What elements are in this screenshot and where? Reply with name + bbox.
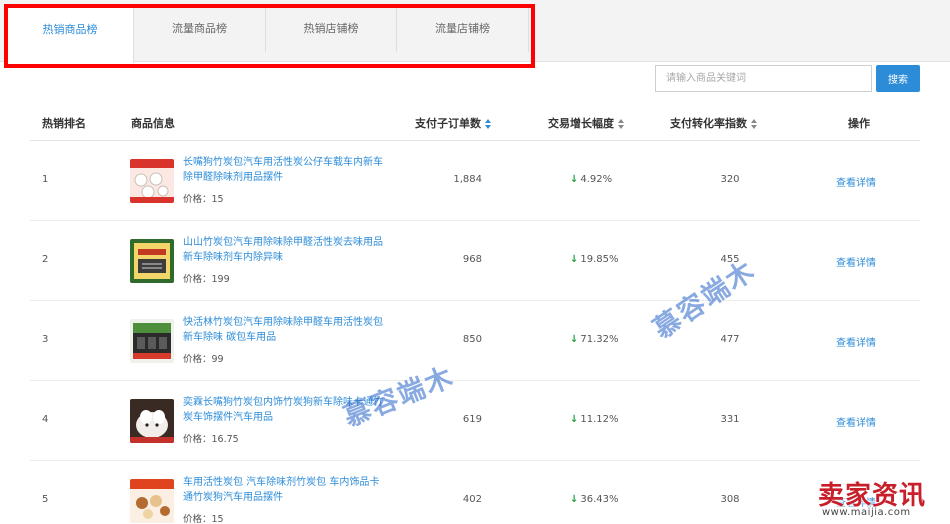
header-conversion[interactable]: 支付转化率指数 [670,115,757,131]
sort-icon[interactable] [485,119,491,129]
header-orders[interactable]: 支付子订单数 [415,115,491,131]
product-thumbnail[interactable] [130,319,174,363]
conversion-index: 455 [720,254,740,265]
arrow-down-icon: ↓ [570,494,579,505]
product-price: 价格：15 [183,194,224,205]
growth-value: ↓ 36.43% [570,494,619,505]
table-row: 3 快活林竹炭包汽车用除味除甲醛车用活性炭包新车除味 碳包车用品 价格：99 8… [30,301,920,381]
table-row: 2 山山竹炭包汽车用除味除甲醛活性炭去味用品新车除味剂车内除异味 价格：199 … [30,221,920,301]
rank-number: 2 [42,254,49,265]
tab-bar: 热销商品榜 流量商品榜 热销店铺榜 流量店铺榜 [0,0,950,63]
growth-value: ↓ 11.12% [570,414,619,425]
rank-number: 3 [42,334,49,345]
orders-count: 1,884 [453,174,482,185]
tab-traffic-shops[interactable]: 流量店铺榜 [397,6,529,52]
sort-icon[interactable] [751,119,757,129]
product-title-link[interactable]: 山山竹炭包汽车用除味除甲醛活性炭去味用品新车除味剂车内除异味 [183,235,388,265]
rank-number: 1 [42,174,49,185]
conversion-index: 477 [720,334,740,345]
tab-traffic-products[interactable]: 流量商品榜 [134,6,266,52]
header-rank: 热销排名 [42,117,86,130]
product-thumbnail[interactable] [130,239,174,283]
tab-hot-shops[interactable]: 热销店铺榜 [266,6,397,52]
orders-count: 968 [462,254,482,265]
product-thumbnail[interactable] [130,159,174,203]
growth-percent: 11.12% [580,414,619,425]
view-details-link[interactable]: 查看详情 [836,414,876,429]
sort-icon[interactable] [618,119,624,129]
growth-value: ↓ 4.92% [570,174,612,185]
growth-percent: 19.85% [580,254,619,265]
product-price: 价格：16.75 [183,434,239,445]
growth-percent: 36.43% [580,494,619,505]
conversion-index: 320 [720,174,740,185]
header-growth-label: 交易增长幅度 [548,117,614,130]
header-orders-label: 支付子订单数 [415,117,481,130]
header-action: 操作 [848,117,870,130]
table-row: 1 长嘴狗竹炭包汽车用活性炭公仔车载车内新车除甲醛除味剂用品摆件 价格：15 1… [30,141,920,221]
growth-percent: 71.32% [580,334,619,345]
product-price: 价格：15 [183,514,224,524]
product-title-link[interactable]: 快活林竹炭包汽车用除味除甲醛车用活性炭包新车除味 碳包车用品 [183,315,388,345]
view-details-link[interactable]: 查看详情 [836,334,876,349]
orders-count: 850 [462,334,482,345]
rank-number: 4 [42,414,49,425]
product-price: 价格：199 [183,274,230,285]
product-thumbnail[interactable] [130,479,174,523]
arrow-down-icon: ↓ [570,254,579,265]
view-details-link[interactable]: 查看详情 [836,174,876,189]
tab-hot-products[interactable]: 热销商品榜 [6,6,134,63]
product-thumbnail[interactable] [130,399,174,443]
search-button[interactable]: 搜索 [876,65,920,92]
rank-number: 5 [42,494,49,505]
orders-count: 402 [462,494,482,505]
product-title-link[interactable]: 车用活性炭包 汽车除味剂竹炭包 车内饰品卡通竹炭狗汽车用品摆件 [183,475,388,505]
growth-percent: 4.92% [580,174,613,185]
conversion-index: 308 [720,494,740,505]
view-details-link[interactable]: 查看详情 [836,494,876,509]
table-row: 5 车用活性炭包 汽车除味剂竹炭包 车内饰品卡通竹炭狗汽车用品摆件 价格：15 … [30,461,920,524]
product-title-link[interactable]: 长嘴狗竹炭包汽车用活性炭公仔车载车内新车除甲醛除味剂用品摆件 [183,155,388,185]
conversion-index: 331 [720,414,740,425]
growth-value: ↓ 71.32% [570,334,619,345]
arrow-down-icon: ↓ [570,414,579,425]
growth-value: ↓ 19.85% [570,254,619,265]
product-title-link[interactable]: 奕霖长嘴狗竹炭包内饰竹炭狗新车除味卡通竹炭车饰摆件汽车用品 [183,395,388,425]
table-row: 4 奕霖长嘴狗竹炭包内饰竹炭狗新车除味卡通竹炭车饰摆件汽车用品 价格：16.75… [30,381,920,461]
arrow-down-icon: ↓ [570,174,579,185]
view-details-link[interactable]: 查看详情 [836,254,876,269]
product-price: 价格：99 [183,354,224,365]
header-product: 商品信息 [131,117,175,130]
header-conversion-label: 支付转化率指数 [670,117,747,130]
orders-count: 619 [462,414,482,425]
search-input[interactable] [655,65,872,92]
arrow-down-icon: ↓ [570,334,579,345]
header-growth[interactable]: 交易增长幅度 [548,115,624,131]
